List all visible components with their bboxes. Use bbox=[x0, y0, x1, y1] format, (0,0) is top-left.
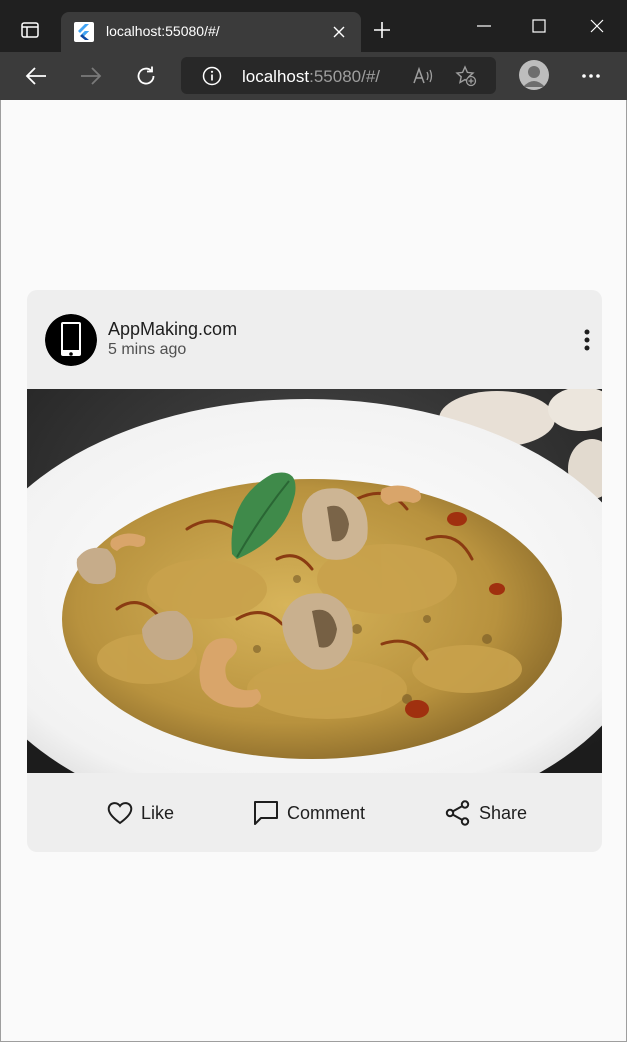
like-button[interactable]: Like bbox=[107, 797, 174, 829]
post-card: AppMaking.com 5 mins ago Like Comment Sh… bbox=[27, 290, 602, 852]
add-favorite-icon[interactable] bbox=[454, 64, 478, 88]
profile-avatar[interactable] bbox=[519, 60, 549, 90]
read-aloud-icon[interactable] bbox=[411, 65, 435, 87]
post-header: AppMaking.com 5 mins ago bbox=[27, 290, 602, 389]
more-options-icon[interactable] bbox=[575, 326, 599, 354]
refresh-icon[interactable] bbox=[130, 60, 162, 92]
heart-icon bbox=[107, 802, 133, 825]
address-bar[interactable]: localhost:55080/#/ bbox=[181, 57, 496, 94]
page-viewport: AppMaking.com 5 mins ago Like Comment Sh… bbox=[0, 100, 627, 1042]
share-icon bbox=[445, 800, 470, 826]
new-tab-icon[interactable] bbox=[368, 16, 396, 44]
share-label: Share bbox=[479, 802, 528, 823]
back-icon[interactable] bbox=[20, 60, 52, 92]
tab-actions-icon[interactable] bbox=[12, 12, 48, 48]
address-text[interactable]: localhost:55080/#/ bbox=[242, 67, 380, 87]
close-window-icon[interactable] bbox=[577, 8, 617, 44]
tab-close-icon[interactable] bbox=[329, 22, 349, 42]
post-timestamp: 5 mins ago bbox=[108, 341, 187, 358]
comment-label: Comment bbox=[287, 802, 366, 823]
comment-icon bbox=[254, 801, 278, 825]
share-button[interactable]: Share bbox=[445, 797, 527, 829]
post-actions: Like Comment Share bbox=[27, 773, 602, 852]
maximize-icon[interactable] bbox=[519, 8, 559, 44]
post-image[interactable] bbox=[27, 389, 602, 773]
flutter-favicon-icon bbox=[74, 22, 94, 42]
site-info-icon[interactable] bbox=[201, 65, 223, 87]
address-path: :55080/#/ bbox=[309, 67, 381, 86]
forward-icon[interactable] bbox=[75, 60, 107, 92]
comment-button[interactable]: Comment bbox=[253, 797, 365, 829]
tab-title: localhost:55080/#/ bbox=[106, 23, 220, 39]
author-avatar[interactable] bbox=[45, 314, 97, 366]
browser-tab-bar: localhost:55080/#/ bbox=[0, 0, 627, 52]
address-host: localhost bbox=[242, 67, 310, 86]
settings-more-icon[interactable] bbox=[575, 60, 607, 92]
minimize-icon[interactable] bbox=[464, 8, 504, 44]
browser-tab[interactable]: localhost:55080/#/ bbox=[61, 12, 361, 52]
author-name[interactable]: AppMaking.com bbox=[108, 319, 237, 340]
browser-toolbar: localhost:55080/#/ bbox=[0, 52, 627, 100]
like-label: Like bbox=[141, 802, 175, 823]
